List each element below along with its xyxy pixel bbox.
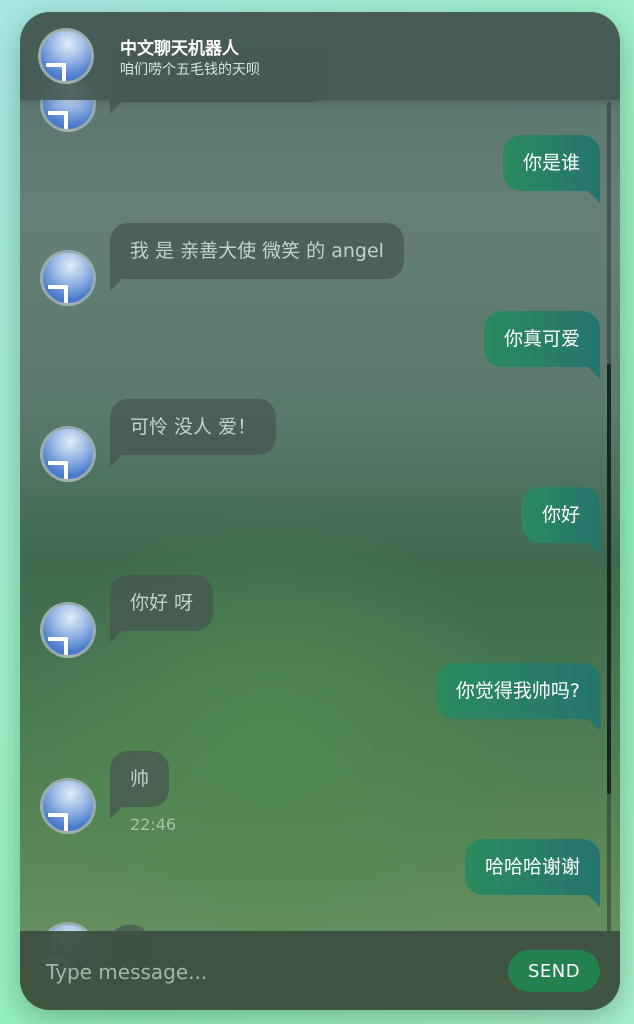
chat-header: 中文聊天机器人 咱们唠个五毛钱的天呗 bbox=[20, 12, 620, 100]
message-timestamp: 22:46 bbox=[130, 815, 177, 834]
message-list[interactable]: 你是谁 我 是 亲善大使 微笑 的 angel 你真可爱 可怜 没人 爱！ 你好… bbox=[20, 12, 620, 1010]
composer-bar: SEND bbox=[20, 931, 620, 1010]
message-bubble-user: 你是谁 bbox=[502, 135, 601, 203]
chat-subtitle: 咱们唠个五毛钱的天呗 bbox=[120, 62, 260, 78]
bot-avatar-icon bbox=[38, 28, 94, 84]
message-bubble-bot: 帅 bbox=[110, 751, 170, 819]
message-bubble-user: 哈哈哈谢谢 bbox=[464, 839, 601, 907]
scrollbar-thumb[interactable] bbox=[607, 364, 611, 794]
message-bubble-user: 你好 bbox=[521, 487, 601, 555]
message-bubble-bot: 你好 呀 bbox=[110, 575, 214, 643]
bot-avatar-icon bbox=[40, 250, 96, 306]
send-button[interactable]: SEND bbox=[508, 950, 600, 992]
message-input[interactable] bbox=[44, 953, 498, 991]
message-bubble-bot: 我 是 亲善大使 微笑 的 angel bbox=[110, 223, 404, 291]
message-bubble-user: 你真可爱 bbox=[483, 311, 601, 379]
message-bubble-bot: 可怜 没人 爱！ bbox=[110, 399, 277, 467]
bot-avatar-icon bbox=[40, 778, 96, 834]
bot-avatar-icon bbox=[40, 602, 96, 658]
message-bubble-user: 你觉得我帅吗? bbox=[435, 663, 601, 731]
chat-title: 中文聊天机器人 bbox=[120, 39, 239, 59]
chat-window: 你是谁 我 是 亲善大使 微笑 的 angel 你真可爱 可怜 没人 爱！ 你好… bbox=[20, 12, 620, 1010]
message-scrollbar[interactable] bbox=[607, 102, 611, 932]
bot-avatar-icon bbox=[40, 426, 96, 482]
